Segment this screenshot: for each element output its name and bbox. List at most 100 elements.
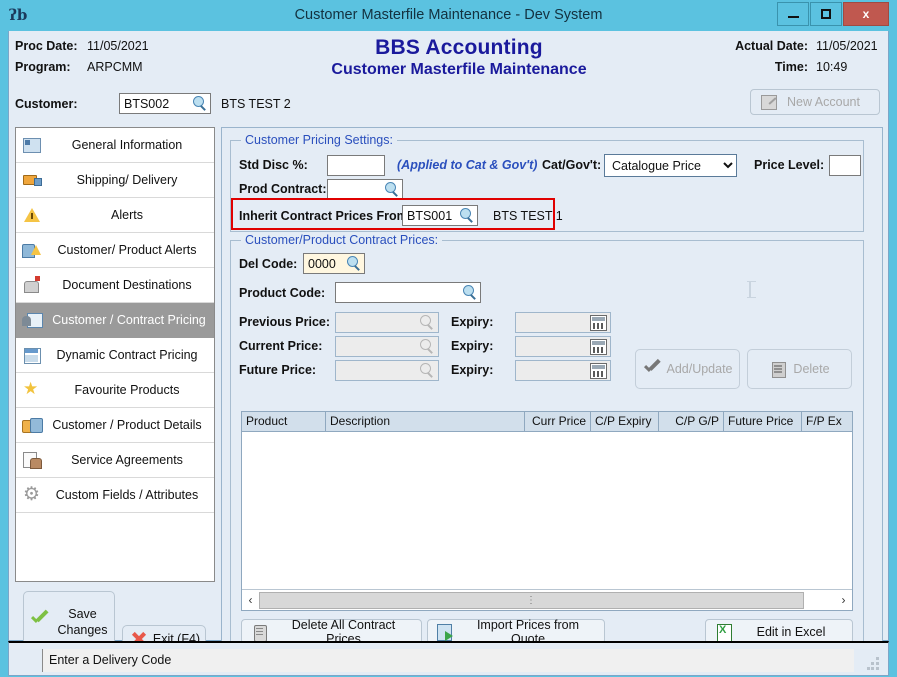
close-button[interactable]: x <box>843 2 889 26</box>
application-window: ʔb Customer Masterfile Maintenance - Dev… <box>0 0 897 677</box>
scroll-thumb[interactable]: ⋮ <box>259 592 804 609</box>
grid-column-product[interactable]: Product <box>242 412 326 431</box>
sidebar-item-favourite-products[interactable]: Favourite Products <box>16 373 214 408</box>
grid-column-fp-expiry[interactable]: F/P Ex <box>802 412 852 431</box>
sidebar-item-service-agreements[interactable]: Service Agreements <box>16 443 214 478</box>
sidebar-item-alerts[interactable]: Alerts <box>16 198 214 233</box>
std-disc-input[interactable] <box>328 156 384 175</box>
sidebar-item-document-destinations[interactable]: Document Destinations <box>16 268 214 303</box>
search-icon[interactable] <box>418 314 435 331</box>
check-icon <box>642 360 662 378</box>
delete-label: Delete <box>793 362 829 376</box>
save-line1: Save <box>68 607 97 621</box>
edit-in-excel-label: Edit in Excel <box>740 625 852 639</box>
sidebar-item-dynamic-contract-pricing[interactable]: Dynamic Contract Pricing <box>16 338 214 373</box>
import-icon <box>436 623 456 641</box>
sidebar-item-customer-product-details[interactable]: Customer / Product Details <box>16 408 214 443</box>
scroll-right-arrow-icon[interactable]: › <box>835 591 852 610</box>
future-price-field[interactable] <box>335 360 439 381</box>
sidebar-item-label: Custom Fields / Attributes <box>44 488 214 502</box>
previous-price-label: Previous Price: <box>239 315 330 329</box>
save-line2: Changes <box>57 623 107 637</box>
header-left-info: Proc Date: 11/05/2021 Program: ARPCMM <box>15 39 149 81</box>
sidebar-item-label: Favourite Products <box>44 383 214 397</box>
maximize-button[interactable] <box>810 2 842 26</box>
id-card-icon <box>22 135 42 155</box>
sidebar-item-customer-contract-pricing[interactable]: Customer / Contract Pricing <box>16 303 214 338</box>
main-panel: Customer Pricing Settings: Std Disc %: (… <box>221 127 883 661</box>
previous-expiry-field[interactable] <box>515 312 611 333</box>
warning-icon <box>22 205 42 225</box>
grid-column-curr-price[interactable]: Curr Price <box>525 412 591 431</box>
people-gear-icon <box>22 415 42 435</box>
del-code-field[interactable] <box>303 253 365 274</box>
future-expiry-field[interactable] <box>515 360 611 381</box>
sidebar-item-general-information[interactable]: General Information <box>16 128 214 163</box>
page-title-line2: Customer Masterfile Maintenance <box>269 61 649 79</box>
current-expiry-field[interactable] <box>515 336 611 357</box>
current-price-field[interactable] <box>335 336 439 357</box>
sidebar-item-label: Customer/ Product Alerts <box>44 243 214 257</box>
sidebar: General Information Shipping/ Delivery A… <box>15 127 215 582</box>
person-card-icon <box>22 310 42 330</box>
proc-date-row: Proc Date: 11/05/2021 <box>15 39 149 53</box>
sidebar-item-label: General Information <box>44 138 214 152</box>
grid-icon <box>22 345 42 365</box>
delete-button[interactable]: Delete <box>747 349 852 389</box>
product-code-input[interactable] <box>336 283 461 302</box>
grid-horizontal-scrollbar[interactable]: ‹ ⋮ › <box>242 589 852 610</box>
search-icon[interactable] <box>418 362 435 379</box>
future-expiry-label: Expiry: <box>451 363 493 377</box>
program-row: Program: ARPCMM <box>15 60 149 74</box>
price-level-label: Price Level: <box>754 158 824 172</box>
grid-column-future-price[interactable]: Future Price <box>724 412 802 431</box>
time-value: 10:49 <box>816 60 880 74</box>
contract-prices-grid[interactable]: Product Description Curr Price C/P Expir… <box>241 411 853 611</box>
grid-column-cp-gp[interactable]: C/P G/P <box>659 412 724 431</box>
customer-code-input[interactable] <box>120 94 191 113</box>
sidebar-item-shipping-delivery[interactable]: Shipping/ Delivery <box>16 163 214 198</box>
header-right-info: Actual Date: 11/05/2021 Time: 10:49 <box>735 39 880 81</box>
title-bar: ʔb Customer Masterfile Maintenance - Dev… <box>0 0 897 31</box>
add-update-button[interactable]: Add/Update <box>635 349 740 389</box>
calendar-icon[interactable] <box>590 339 607 355</box>
search-icon[interactable] <box>461 284 478 301</box>
prod-contract-input[interactable] <box>328 180 383 199</box>
std-disc-field[interactable] <box>327 155 385 176</box>
product-code-field[interactable] <box>335 282 481 303</box>
search-icon[interactable] <box>191 95 208 112</box>
customer-pricing-settings-group: Customer Pricing Settings: Std Disc %: (… <box>230 140 864 232</box>
resize-grip-icon[interactable] <box>867 657 880 670</box>
service-doc-icon <box>22 450 42 470</box>
program-label: Program: <box>15 60 87 74</box>
proc-date-label: Proc Date: <box>15 39 87 53</box>
grid-column-cp-expiry[interactable]: C/P Expiry <box>591 412 659 431</box>
grid-body[interactable] <box>242 432 852 589</box>
search-icon[interactable] <box>383 181 400 198</box>
new-account-button[interactable]: New Account <box>750 89 880 115</box>
search-icon[interactable] <box>345 255 362 272</box>
price-level-input[interactable] <box>830 156 860 175</box>
scroll-left-arrow-icon[interactable]: ‹ <box>242 591 259 610</box>
current-price-label: Current Price: <box>239 339 322 353</box>
grid-column-description[interactable]: Description <box>326 412 525 431</box>
sidebar-item-customer-product-alerts[interactable]: Customer/ Product Alerts <box>16 233 214 268</box>
customer-code-field[interactable] <box>119 93 211 114</box>
sidebar-item-label: Document Destinations <box>44 278 214 292</box>
check-icon <box>29 612 51 632</box>
sidebar-item-label: Customer / Contract Pricing <box>44 313 214 327</box>
cat-gov-select[interactable]: Catalogue Price <box>604 154 737 177</box>
del-code-input[interactable] <box>304 254 345 273</box>
calendar-icon[interactable] <box>590 363 607 379</box>
calendar-icon[interactable] <box>590 315 607 331</box>
save-changes-label: Save Changes <box>51 606 114 638</box>
customer-name: BTS TEST 2 <box>221 97 291 111</box>
price-level-field[interactable] <box>829 155 861 176</box>
search-icon[interactable] <box>418 338 435 355</box>
previous-price-field[interactable] <box>335 312 439 333</box>
prod-contract-field[interactable] <box>327 179 403 200</box>
customer-row: Customer: BTS TEST 2 <box>15 93 291 114</box>
gear-icon <box>22 485 42 505</box>
sidebar-item-custom-fields-attributes[interactable]: Custom Fields / Attributes <box>16 478 214 513</box>
minimize-button[interactable] <box>777 2 809 26</box>
